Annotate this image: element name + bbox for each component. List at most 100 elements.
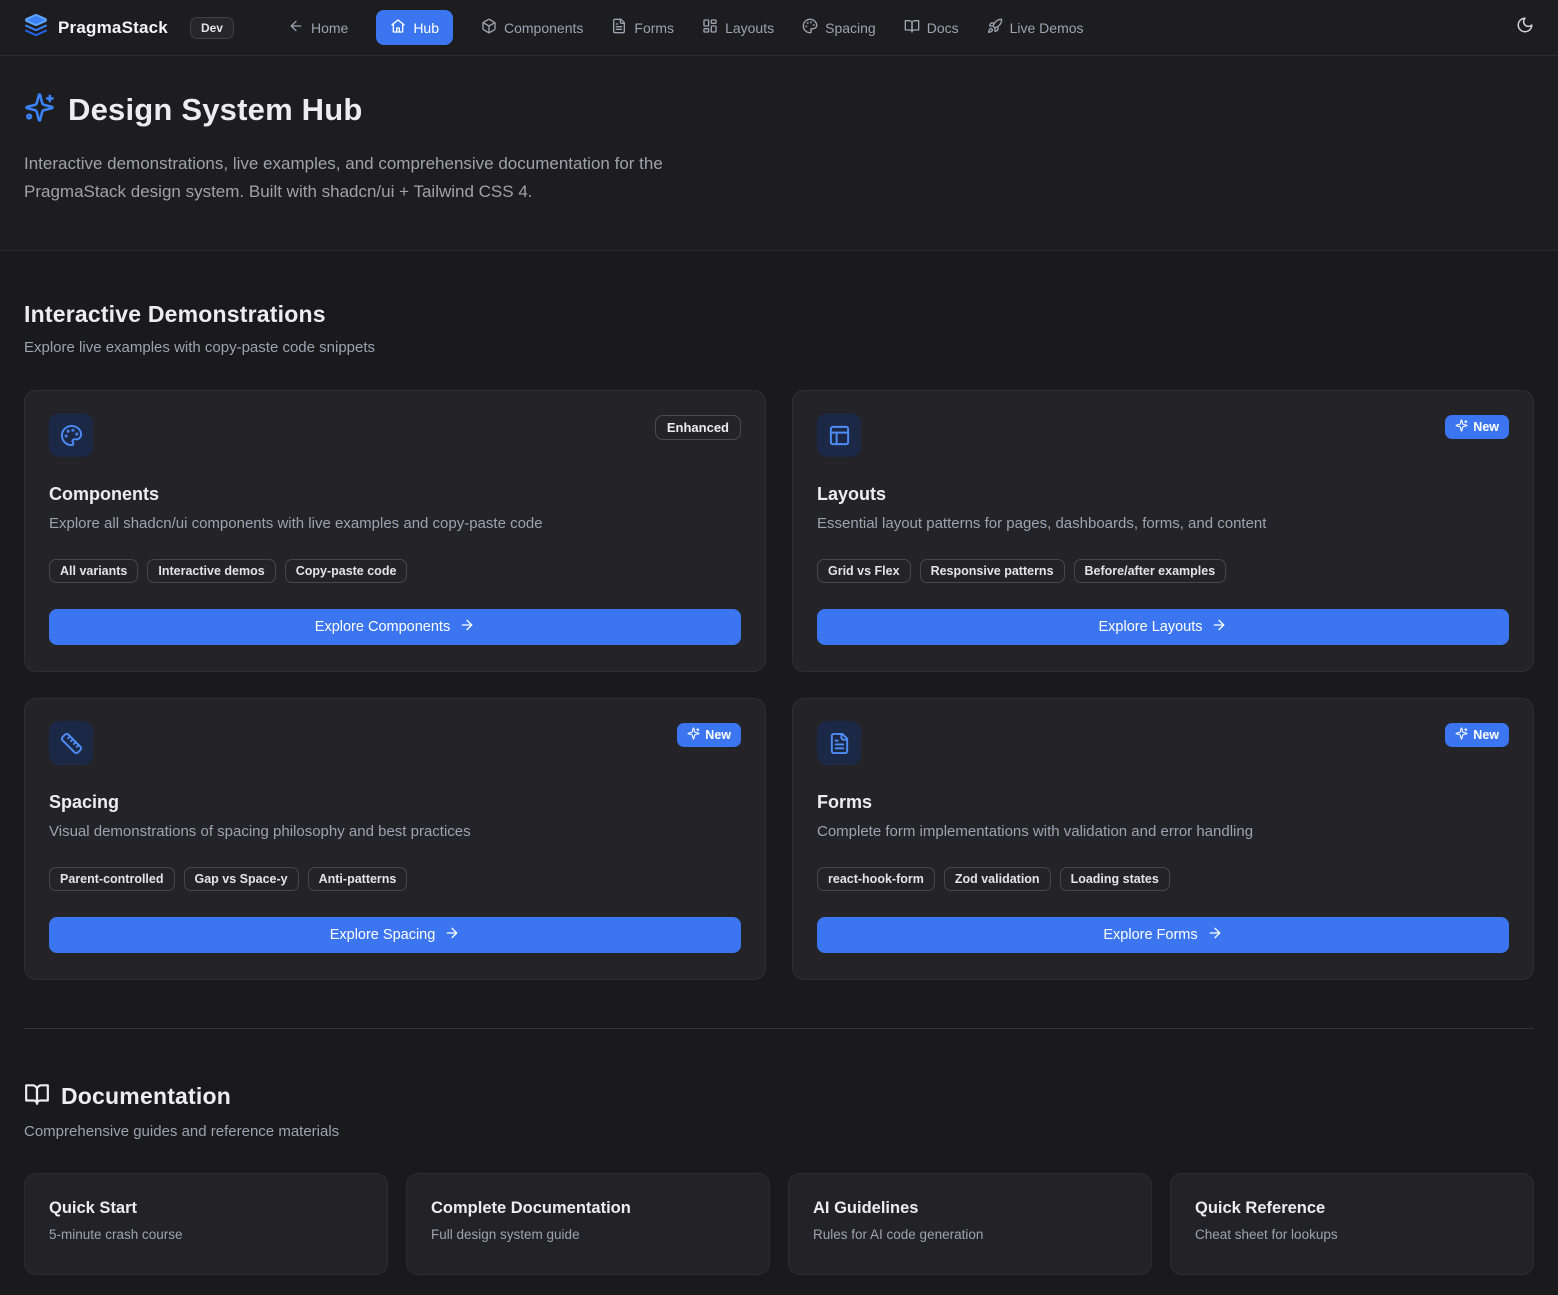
nav-item-hub[interactable]: Hub (376, 10, 453, 45)
tag: react-hook-form (817, 867, 935, 891)
ruler-icon (49, 721, 93, 765)
card-description: 5-minute crash course (49, 1227, 363, 1242)
arrow-right-icon (1211, 617, 1227, 637)
explore-components-button[interactable]: Explore Components (49, 609, 741, 645)
nav-item-label: Hub (413, 20, 439, 36)
nav-item-live-demos[interactable]: Live Demos (987, 18, 1084, 37)
nav-item-label: Forms (634, 20, 674, 36)
tag: Anti-patterns (308, 867, 408, 891)
tag: Before/after examples (1074, 559, 1227, 583)
panels-top-left-icon (817, 413, 861, 457)
nav-item-label: Layouts (725, 20, 774, 36)
brand-name: PragmaStack (58, 18, 168, 38)
nav-item-label: Spacing (825, 20, 876, 36)
card-title: Forms (817, 792, 1509, 813)
nav-item-home[interactable]: Home (288, 18, 348, 37)
tag: Interactive demos (147, 559, 275, 583)
card-title: Quick Reference (1195, 1199, 1509, 1218)
arrow-right-icon (1207, 925, 1223, 945)
page-subtitle: Interactive demonstrations, live example… (24, 150, 764, 206)
nav-links: Home Hub Components Forms Layouts (288, 10, 1084, 45)
tag: Gap vs Space-y (184, 867, 299, 891)
cta-label: Explore Layouts (1099, 619, 1203, 635)
sparkles-icon (24, 92, 55, 128)
demo-card-layouts: New Layouts Essential layout patterns fo… (792, 390, 1534, 672)
card-description: Explore all shadcn/ui components with li… (49, 515, 741, 532)
file-text-icon (611, 18, 627, 37)
doc-card-quick-start[interactable]: Quick Start 5-minute crash course (24, 1173, 388, 1275)
tag-row: All variants Interactive demos Copy-past… (49, 559, 741, 583)
file-text-icon (817, 721, 861, 765)
card-description: Rules for AI code generation (813, 1227, 1127, 1242)
docs-subheading: Comprehensive guides and reference mater… (24, 1123, 1534, 1140)
brand[interactable]: PragmaStack Dev (24, 13, 234, 42)
theme-toggle-button[interactable] (1516, 16, 1534, 39)
moon-icon (1516, 16, 1534, 39)
doc-card-quick-reference[interactable]: Quick Reference Cheat sheet for lookups (1170, 1173, 1534, 1275)
card-description: Full design system guide (431, 1227, 745, 1242)
badge-label: New (1473, 728, 1499, 742)
badge-label: New (705, 728, 731, 742)
nav-item-forms[interactable]: Forms (611, 18, 674, 37)
explore-forms-button[interactable]: Explore Forms (817, 917, 1509, 953)
main-content: Interactive Demonstrations Explore live … (0, 251, 1558, 1295)
nav-item-components[interactable]: Components (481, 18, 583, 37)
tag: Copy-paste code (285, 559, 408, 583)
card-title: Quick Start (49, 1199, 363, 1218)
sparkles-icon (687, 727, 700, 743)
doc-card-grid: Quick Start 5-minute crash course Comple… (24, 1173, 1534, 1275)
card-title: AI Guidelines (813, 1199, 1127, 1218)
layers-logo-icon (24, 13, 48, 42)
tag: Loading states (1060, 867, 1170, 891)
new-badge: New (1445, 723, 1509, 747)
tag: All variants (49, 559, 138, 583)
rocket-icon (987, 18, 1003, 37)
cta-label: Explore Spacing (330, 927, 436, 943)
card-description: Essential layout patterns for pages, das… (817, 515, 1509, 532)
nav-item-label: Components (504, 20, 583, 36)
palette-icon (49, 413, 93, 457)
demo-card-forms: New Forms Complete form implementations … (792, 698, 1534, 980)
sparkles-icon (1455, 727, 1468, 743)
nav-item-label: Live Demos (1010, 20, 1084, 36)
docs-heading: Documentation (61, 1083, 231, 1110)
tag: Zod validation (944, 867, 1051, 891)
new-badge: New (1445, 415, 1509, 439)
card-description: Visual demonstrations of spacing philoso… (49, 823, 741, 840)
box-icon (481, 18, 497, 37)
cta-label: Explore Components (315, 619, 450, 635)
card-title: Spacing (49, 792, 741, 813)
hero-section: Design System Hub Interactive demonstrat… (0, 56, 1558, 251)
book-open-icon (904, 18, 920, 37)
nav-item-layouts[interactable]: Layouts (702, 18, 774, 37)
status-badge: Enhanced (655, 415, 741, 440)
cta-label: Explore Forms (1103, 927, 1197, 943)
layout-dashboard-icon (702, 18, 718, 37)
card-title: Components (49, 484, 741, 505)
card-title: Layouts (817, 484, 1509, 505)
navbar: PragmaStack Dev Home Hub Components Fo (0, 0, 1558, 56)
card-title: Complete Documentation (431, 1199, 745, 1218)
nav-item-spacing[interactable]: Spacing (802, 18, 876, 37)
arrow-right-icon (444, 925, 460, 945)
tag-row: react-hook-form Zod validation Loading s… (817, 867, 1509, 891)
demo-card-spacing: New Spacing Visual demonstrations of spa… (24, 698, 766, 980)
card-description: Complete form implementations with valid… (817, 823, 1509, 840)
card-description: Cheat sheet for lookups (1195, 1227, 1509, 1242)
new-badge: New (677, 723, 741, 747)
arrow-left-icon (288, 18, 304, 37)
doc-card-ai-guidelines[interactable]: AI Guidelines Rules for AI code generati… (788, 1173, 1152, 1275)
demos-heading: Interactive Demonstrations (24, 301, 1534, 328)
explore-layouts-button[interactable]: Explore Layouts (817, 609, 1509, 645)
explore-spacing-button[interactable]: Explore Spacing (49, 917, 741, 953)
book-open-icon (24, 1081, 50, 1112)
env-badge: Dev (190, 17, 234, 39)
tag: Responsive patterns (920, 559, 1065, 583)
tag-row: Parent-controlled Gap vs Space-y Anti-pa… (49, 867, 741, 891)
nav-item-docs[interactable]: Docs (904, 18, 959, 37)
tag: Grid vs Flex (817, 559, 911, 583)
badge-label: New (1473, 420, 1499, 434)
doc-card-complete-documentation[interactable]: Complete Documentation Full design syste… (406, 1173, 770, 1275)
sparkles-icon (1455, 419, 1468, 435)
tag-row: Grid vs Flex Responsive patterns Before/… (817, 559, 1509, 583)
